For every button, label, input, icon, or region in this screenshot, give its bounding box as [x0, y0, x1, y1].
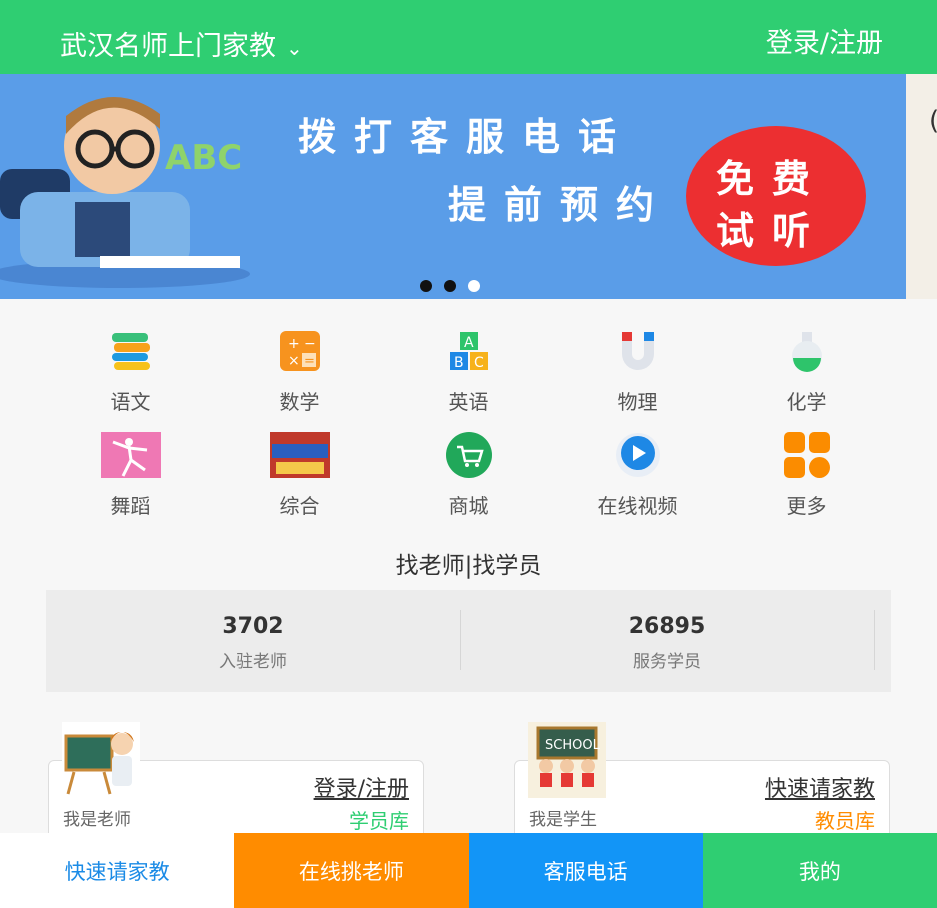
cart-icon: [445, 432, 492, 478]
category-english[interactable]: ABC 英语: [384, 320, 553, 415]
play-icon: [615, 433, 660, 477]
students-avatar: SCHOOL: [528, 722, 606, 798]
category-label: 更多: [786, 494, 827, 518]
category-label: 化学: [786, 390, 827, 414]
banner-headline: 拨打客服电话: [298, 114, 635, 159]
teacher-library-link[interactable]: 教员库: [815, 805, 875, 834]
tab-service-phone[interactable]: 客服电话: [468, 833, 703, 908]
category-label: 在线视频: [597, 494, 678, 518]
category-label: 舞蹈: [110, 494, 151, 518]
city-selector[interactable]: 武汉名师上门家教 ⌄: [60, 24, 303, 63]
school-sign: SCHOOL: [545, 738, 601, 753]
chevron-down-icon: ⌄: [286, 35, 303, 60]
category-label: 英语: [448, 390, 489, 414]
student-caption: 我是学生: [529, 810, 597, 830]
tab-mine[interactable]: 我的: [702, 833, 937, 908]
badge-line1: 免费: [716, 156, 829, 201]
stat-value: 26895: [628, 614, 706, 639]
category-more[interactable]: 更多: [722, 424, 891, 519]
category-label: 数学: [279, 390, 320, 414]
carousel-dot[interactable]: [420, 280, 432, 292]
svg-text:=: =: [304, 354, 315, 369]
teacher-register-link[interactable]: 登录/注册: [314, 771, 409, 803]
category-label: 语文: [110, 390, 151, 414]
stat-students: 26895 服务学员: [460, 590, 874, 692]
category-physics[interactable]: 物理: [553, 320, 722, 415]
category-general[interactable]: 综合: [215, 424, 384, 519]
flask-icon: [791, 332, 822, 372]
stat-caption: 入驻老师: [219, 652, 287, 672]
student-library-link[interactable]: 学员库: [349, 805, 409, 834]
category-label: 综合: [279, 494, 320, 518]
bottom-nav: 快速请家教 在线挑老师 客服电话 我的: [0, 833, 937, 908]
free-trial-badge: 免费 试听: [686, 126, 866, 266]
stat-value: 3702: [222, 614, 284, 639]
top-header: 武汉名师上门家教 ⌄ 登录/注册: [0, 0, 937, 74]
abc-letters: ABC: [165, 138, 242, 178]
book-cover-icon: [269, 432, 330, 478]
magnet-icon: [621, 332, 654, 370]
svg-text:C: C: [474, 355, 484, 371]
category-chemistry[interactable]: 化学: [722, 320, 891, 415]
svg-text:×: ×: [288, 353, 300, 369]
carousel-dot-active[interactable]: [468, 280, 480, 292]
teacher-caption: 我是老师: [63, 810, 131, 830]
books-icon: [111, 333, 150, 370]
peek-char: (: [929, 106, 937, 136]
svg-text:B: B: [454, 355, 464, 371]
section-title: 找老师|找学员: [395, 553, 542, 579]
stat-caption: 服务学员: [633, 652, 701, 672]
calculator-icon: + −× =: [279, 331, 320, 371]
dancer-icon: [100, 432, 161, 478]
banner-subline: 提前预约: [448, 182, 673, 227]
next-banner-peek: (: [906, 74, 937, 299]
promo-banner[interactable]: ABC 拨打客服电话 提前预约 免费 试听: [0, 74, 906, 299]
svg-text:−: −: [304, 336, 316, 352]
category-math[interactable]: + − × = 数学: [215, 320, 384, 415]
abc-blocks-icon: AB C: [449, 332, 488, 371]
quick-request-link[interactable]: 快速请家教: [765, 771, 875, 803]
category-dance[interactable]: 舞蹈: [46, 424, 215, 519]
grid-icon: [783, 432, 830, 478]
category-label: 商城: [448, 494, 489, 518]
carousel-dot[interactable]: [444, 280, 456, 292]
stat-divider: [874, 610, 875, 670]
svg-text:+: +: [288, 336, 300, 352]
child-illustration: ABC: [0, 96, 250, 288]
category-chinese[interactable]: 语文: [46, 320, 215, 415]
stat-teachers: 3702 入驻老师: [46, 590, 460, 692]
stats-panel: 3702 入驻老师 26895 服务学员: [46, 590, 891, 692]
login-register-link[interactable]: 登录/注册: [766, 21, 883, 60]
svg-text:A: A: [464, 335, 474, 351]
category-video[interactable]: 在线视频: [553, 424, 722, 519]
tab-quick-request[interactable]: 快速请家教: [0, 833, 235, 908]
category-mall[interactable]: 商城: [384, 424, 553, 519]
badge-line2: 试听: [716, 208, 829, 253]
category-label: 物理: [617, 390, 658, 414]
city-title: 武汉名师上门家教: [60, 31, 276, 62]
carousel-dots: [420, 280, 480, 292]
tab-pick-teacher[interactable]: 在线挑老师: [234, 833, 469, 908]
teacher-avatar: [62, 722, 140, 798]
